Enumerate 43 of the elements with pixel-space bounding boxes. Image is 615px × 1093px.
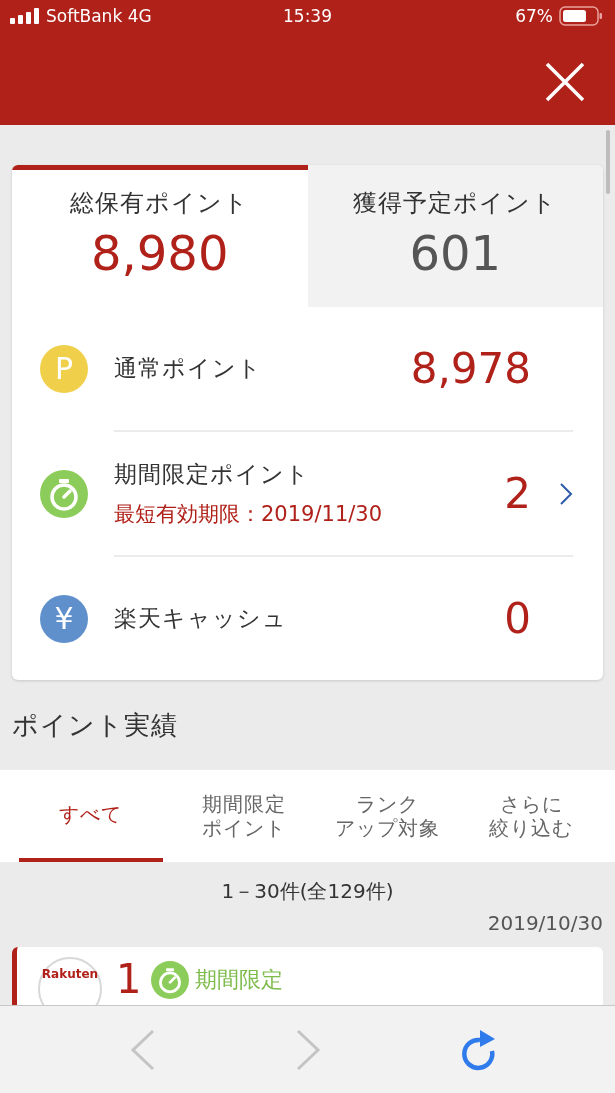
tab-label: さらに — [499, 792, 563, 816]
carrier-name: SoftBank 4G — [46, 6, 152, 26]
limited-tag: 期間限定 — [195, 965, 284, 995]
entry-date: 2019/10/30 — [486, 910, 604, 935]
history-entry[interactable]: Rakuten 1 期間限定 — [12, 947, 603, 1005]
filter-tab[interactable]: すべて — [19, 770, 163, 862]
section-title: ポイント実績 — [11, 709, 179, 742]
expiry-note: 最短有効期限：2019/11/30 — [114, 501, 384, 528]
tab-label: ランク — [356, 792, 420, 816]
entry-points: 1 — [116, 957, 142, 1001]
tab-label: 総保有ポイント — [70, 188, 250, 219]
point-total: 601 — [409, 225, 502, 281]
summary-tab[interactable]: 獲得予定ポイント 601 — [307, 165, 603, 307]
result-count: 1－30件(全129件) — [220, 878, 395, 905]
point-total: 8,980 — [91, 225, 229, 281]
close-icon[interactable] — [545, 62, 585, 102]
tab-label: すべて — [59, 802, 123, 826]
balance-label: 期間限定ポイント — [114, 460, 311, 489]
filter-tab[interactable]: 期間限定 ポイント — [172, 770, 316, 862]
balance-value: 8,978 — [410, 344, 531, 393]
tab-label: 期間限定 — [202, 792, 287, 816]
scrollbar — [606, 130, 610, 194]
stopwatch-icon — [151, 961, 190, 999]
tab-label: 絞り込む — [489, 816, 574, 840]
balance-label: 楽天キャッシュ — [114, 604, 288, 633]
summary-tab[interactable]: 総保有ポイント 8,980 — [12, 165, 308, 307]
tab-label: アップ対象 — [335, 816, 441, 840]
status-time: 15:39 — [282, 6, 333, 26]
tab-label: 獲得予定ポイント — [353, 188, 558, 219]
yen-icon: ¥ — [40, 594, 88, 643]
filter-tab[interactable]: ランク アップ対象 — [316, 770, 460, 862]
reload-icon[interactable] — [459, 1028, 496, 1071]
balance-value: 0 — [504, 594, 531, 643]
balance-label: 通常ポイント — [114, 354, 263, 383]
filter-tab[interactable]: さらに 絞り込む — [459, 770, 603, 862]
signal-icon — [10, 8, 40, 24]
battery-percent: 67% — [515, 6, 553, 26]
stopwatch-icon — [40, 469, 88, 518]
battery-icon — [559, 6, 603, 26]
chevron-icon[interactable] — [559, 481, 573, 506]
tab-label: ポイント — [202, 816, 287, 840]
balance-value: 2 — [504, 469, 531, 518]
point-icon: P — [40, 344, 88, 393]
